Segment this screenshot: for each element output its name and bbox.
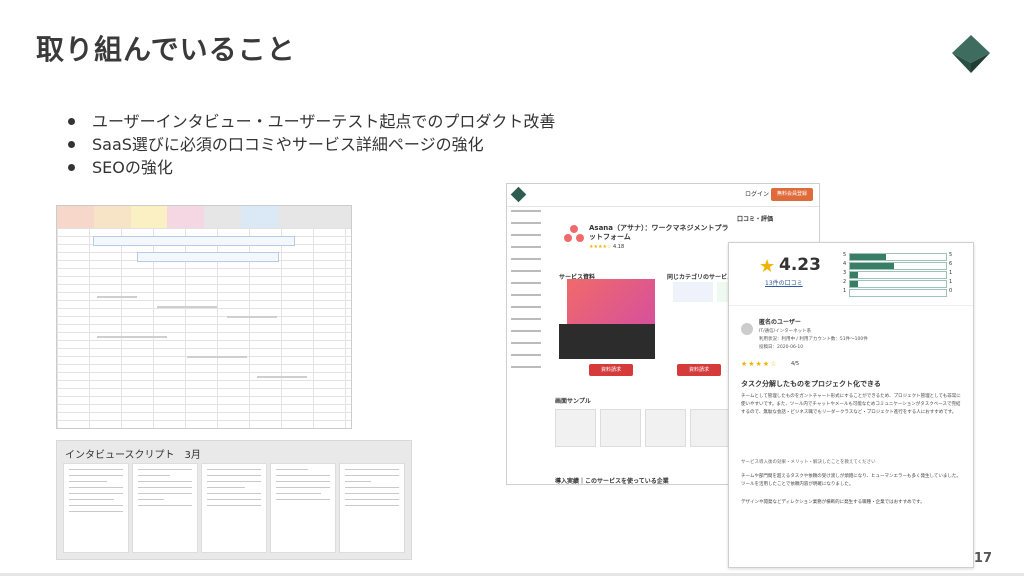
other-services-heading: 同じカテゴリのサービス (667, 274, 734, 281)
review-card-thumbnail: ★ 4.23 13件の口コミ 5 5 4 6 3 1 2 1 1 0 匿名のユー… (728, 242, 974, 568)
product-name: Asana（アサナ）：ワークマネジメントプラットフォーム (589, 224, 729, 241)
slide-title: 取り組んでいること (36, 33, 296, 66)
product-stars: ★★★★☆ 4.18 (589, 244, 625, 250)
reviewer-name: 匿名のユーザー (759, 319, 801, 326)
review-score: 4/5 (791, 361, 800, 367)
interview-script-thumbnail: インタビュースクリプト 3月 (56, 440, 412, 560)
rating-bar (849, 253, 947, 261)
bar-star-label: 1 (843, 288, 847, 294)
bar-star-label: 4 (843, 261, 847, 267)
bar-star-label: 2 (843, 279, 847, 285)
site-logo-icon (510, 186, 527, 203)
asana-logo-icon (564, 225, 584, 242)
sheet-header-band (57, 206, 351, 228)
script-page (63, 463, 129, 553)
page-number: 17 (973, 551, 992, 566)
bar-star-label: 3 (843, 270, 847, 276)
cases-section-heading: 導入実績｜このサービスを使っている企業 (555, 478, 669, 485)
review-count-link[interactable]: 13件の口コミ (765, 278, 803, 287)
rating-bar (849, 280, 947, 288)
download-button-2[interactable]: 資料請求 (677, 364, 721, 376)
review-date: 投稿日：2020-06-10 (759, 345, 804, 350)
script-page (132, 463, 198, 553)
brand-logo-icon (952, 35, 990, 73)
rating-bar (849, 271, 947, 279)
avatar (741, 323, 753, 335)
bar-count: 1 (949, 270, 953, 276)
site-sidebar (511, 210, 553, 378)
review-question: サービス導入後の効果・メリット・解決したことを教えてください (741, 460, 876, 465)
rating-bar (849, 262, 947, 270)
screen-samples (555, 409, 731, 447)
star-icon: ★ (759, 256, 776, 277)
rating-bar (849, 289, 947, 297)
login-link[interactable]: ログイン (745, 189, 769, 198)
bar-count: 1 (949, 279, 953, 285)
bar-count: 6 (949, 261, 953, 267)
site-header: ログイン 無料会員登録 (507, 184, 819, 207)
download-button[interactable]: 資料請求 (589, 364, 633, 376)
hero-photo (559, 324, 655, 359)
jooto-logo (673, 282, 713, 302)
reviewer-industry: IT/通信/インターネット系 (759, 329, 812, 334)
journey-map-thumbnail (56, 205, 352, 429)
bullet-list: ユーザーインタビュー・ユーザーテスト起点でのプロダクト改善 SaaS選びに必須の… (62, 110, 555, 179)
review-stars: ★★★★☆ (741, 360, 778, 368)
bar-count: 5 (949, 252, 953, 258)
bullet-item-3: SEOの強化 (62, 156, 555, 179)
bullet-item-1: ユーザーインタビュー・ユーザーテスト起点でのプロダクト改善 (62, 110, 555, 133)
script-page (339, 463, 405, 553)
review-body-3: デザインや開発などディレクション業務が横断的に発生する職種・企業ではおすすめです… (741, 500, 925, 505)
screens-section-heading: 画面サンプル (555, 398, 591, 405)
review-body: チームとして管理したものをガントチャート形式にすることができるため、プロジェクト… (741, 394, 961, 415)
bar-count: 0 (949, 288, 953, 294)
signup-button[interactable]: 無料会員登録 (771, 188, 813, 201)
bullet-item-2: SaaS選びに必須の口コミやサービス詳細ページの強化 (62, 133, 555, 156)
average-rating: 4.23 (779, 255, 821, 275)
review-title: タスク分解したものをプロジェクト化できる (741, 380, 881, 388)
reviews-section-heading: 口コミ・評価 (737, 216, 774, 223)
script-page (270, 463, 336, 553)
bar-star-label: 5 (843, 252, 847, 258)
script-title: インタビュースクリプト 3月 (65, 450, 201, 461)
script-page (201, 463, 267, 553)
reviewer-usage: 利用状況：利用中 / 利用アカウント数：51件〜100件 (759, 337, 868, 342)
review-body-2: チームや部門間を超えるタスクや依頼の受け渡しが煩雑になり、ヒューマンエラーも多く… (741, 474, 961, 487)
